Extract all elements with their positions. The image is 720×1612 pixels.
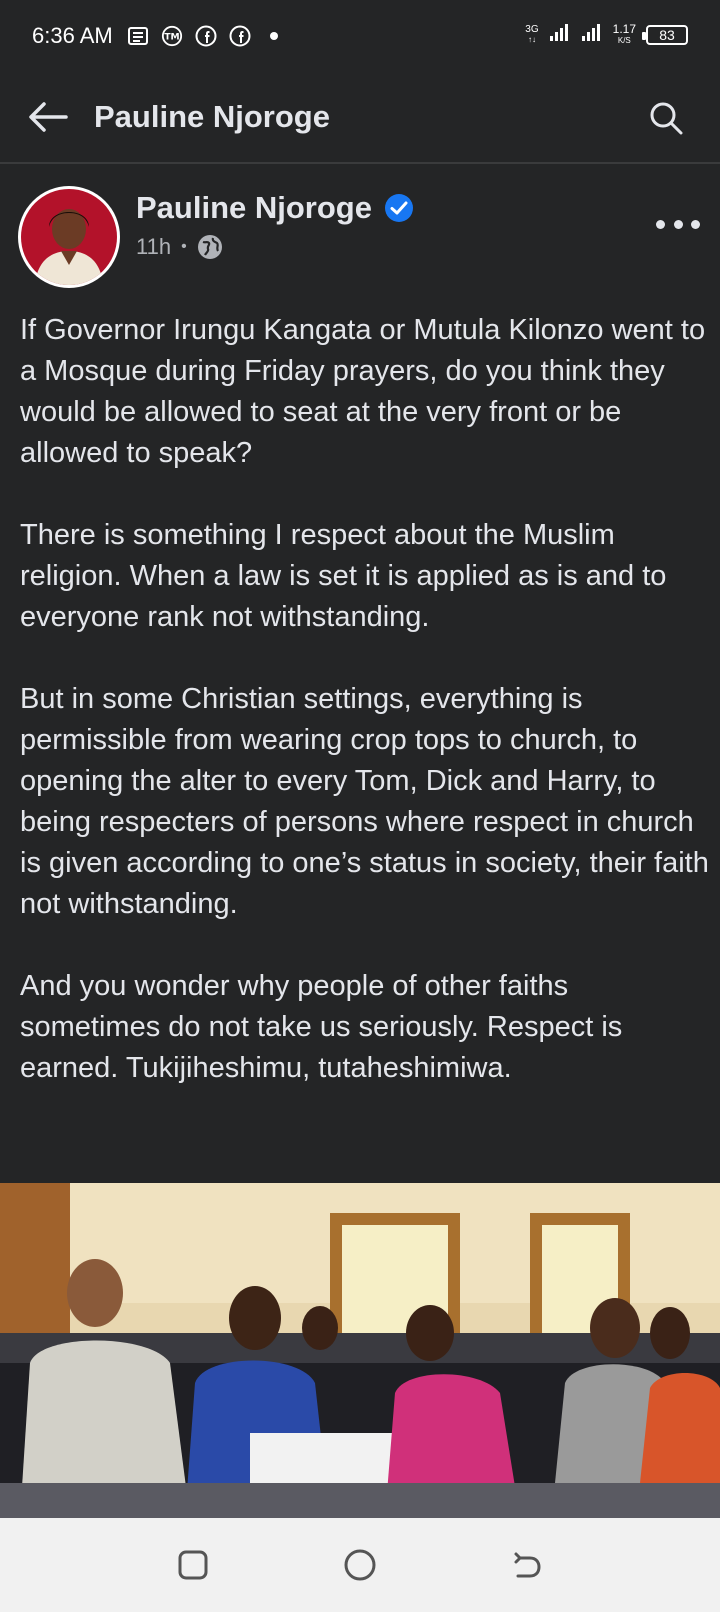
separator-dot: • [181,238,187,255]
back-arrow-icon [514,1552,541,1578]
news-icon [127,25,149,47]
verified-badge-icon [384,194,413,222]
battery-indicator: 83 [642,24,688,45]
notification-icons: TM [127,25,285,47]
post-meta: 11h • [136,234,223,260]
dot-icon [263,25,285,47]
status-time: 6:36 AM [32,23,113,48]
post-paragraph: But in some Christian settings, everythi… [20,683,709,920]
system-nav-bar [0,1518,720,1612]
post-paragraph: And you wonder why people of other faith… [20,970,623,1084]
square-icon [178,1550,208,1580]
network-type: 3G ↑↓ [525,23,539,44]
circle-icon [344,1549,376,1581]
more-dot-icon [691,219,700,229]
post-author: Pauline Njoroge [136,190,414,226]
facebook-icon [195,25,217,47]
home-button[interactable] [336,1541,384,1589]
signal-icon [549,22,571,47]
recent-apps-button[interactable] [169,1541,217,1589]
back-button[interactable] [24,93,72,141]
avatar[interactable] [18,186,120,288]
post-paragraph: If Governor Irungu Kangata or Mutula Kil… [20,314,706,469]
more-options-button[interactable] [656,212,700,236]
network-speed: 1.17 K/S [612,21,636,45]
search-icon [650,102,683,135]
status-bar: 6:36 AM TM 3G ↑↓ 1.17 K/S 83 [0,0,720,72]
more-dot-icon [656,219,665,229]
facebook-icon [229,25,251,47]
app-bar: Pauline Njoroge [0,72,720,164]
svg-text:TM: TM [164,32,179,43]
post-time[interactable]: 11h [136,234,171,260]
back-nav-button[interactable] [503,1541,551,1589]
system-indicators: 3G ↑↓ 1.17 K/S 83 [525,22,688,47]
post-body: If Governor Irungu Kangata or Mutula Kil… [20,310,710,1089]
arrow-left-icon [29,102,68,132]
signal-icon [581,22,603,47]
post-photo[interactable] [0,1183,720,1518]
page-title: Pauline Njoroge [94,99,330,134]
post-paragraph: There is something I respect about the M… [20,519,667,633]
post-header: Pauline Njoroge 11h • [0,182,720,292]
globe-icon [197,235,222,259]
search-button[interactable] [642,94,690,142]
tm-icon: TM [161,25,183,47]
more-dot-icon [673,219,683,229]
author-name[interactable]: Pauline Njoroge [136,190,372,226]
